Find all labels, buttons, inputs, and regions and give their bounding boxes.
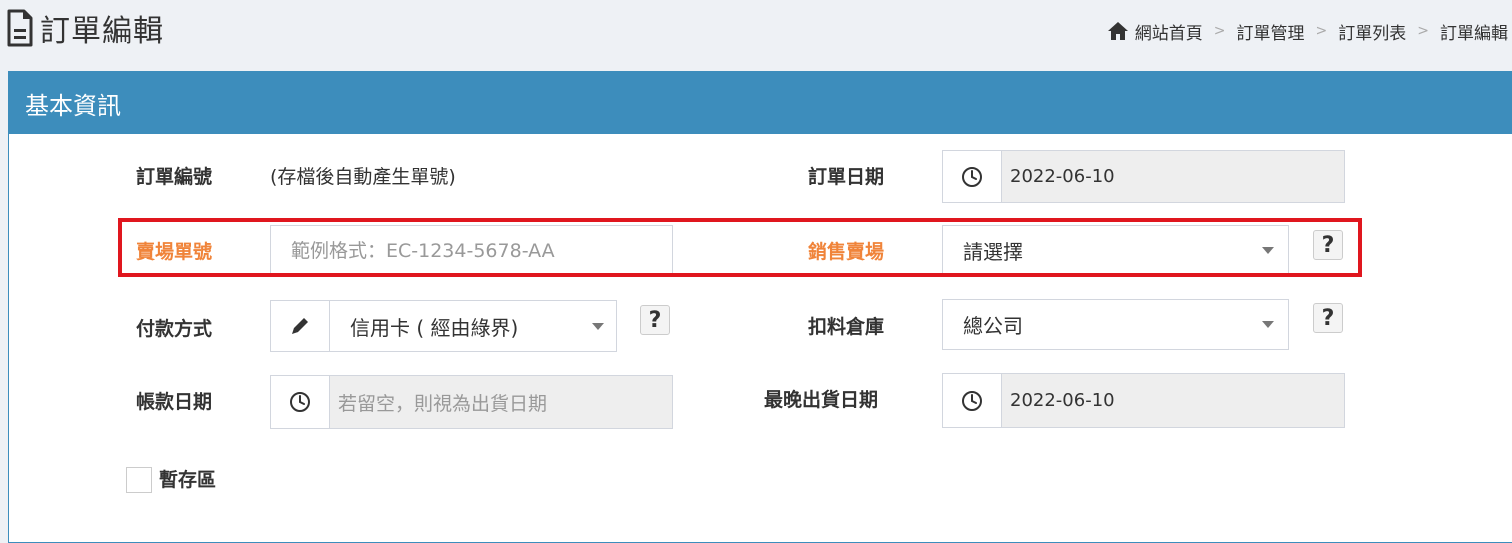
- breadcrumb-order-edit: 訂單編輯: [1440, 23, 1508, 44]
- page-title-text: 訂單編輯: [40, 14, 164, 49]
- payment-method-help-button[interactable]: ?: [640, 305, 670, 335]
- order-no-value: (存檔後自動產生單號): [270, 165, 456, 188]
- latest-ship-date-field[interactable]: 2022-06-10: [942, 373, 1345, 428]
- breadcrumb-order-list[interactable]: 訂單列表: [1338, 19, 1406, 44]
- caret-down-icon: [592, 322, 604, 330]
- warehouse-label: 扣料倉庫: [808, 315, 885, 338]
- warehouse-selected: 總公司: [963, 314, 1023, 338]
- payment-method-select[interactable]: 信用卡 ( 經由綠界): [270, 300, 617, 352]
- warehouse-help-button[interactable]: ?: [1313, 303, 1343, 333]
- clock-icon: [943, 374, 1002, 427]
- latest-ship-date-value: 2022-06-10: [1002, 374, 1344, 427]
- document-icon: [7, 9, 33, 47]
- order-no-label: 訂單編號: [136, 165, 213, 188]
- breadcrumb-order-management[interactable]: 訂單管理: [1237, 19, 1305, 44]
- breadcrumb-separator: >: [1213, 23, 1226, 39]
- breadcrumb-home[interactable]: 網站首頁: [1135, 19, 1203, 44]
- clock-icon: [271, 376, 330, 428]
- caret-down-icon: [1262, 321, 1274, 328]
- breadcrumb: 網站首頁 > 訂單管理 > 訂單列表 > 訂單編輯: [1107, 18, 1508, 44]
- account-date-field[interactable]: 若留空，則視為出貨日期: [270, 375, 673, 429]
- home-icon[interactable]: [1107, 21, 1129, 41]
- account-date-placeholder: 若留空，則視為出貨日期: [330, 376, 672, 428]
- highlight-box: [118, 218, 1362, 277]
- warehouse-select[interactable]: 總公司: [942, 299, 1289, 350]
- breadcrumb-separator: >: [1315, 23, 1328, 39]
- panel-header: 基本資訊: [9, 72, 1512, 134]
- clock-icon: [943, 151, 1002, 202]
- payment-method-selected: 信用卡 ( 經由綠界): [350, 315, 519, 340]
- pencil-icon: [271, 301, 330, 351]
- account-date-label: 帳款日期: [136, 390, 213, 413]
- order-date-label: 訂單日期: [808, 165, 885, 188]
- order-date-value: 2022-06-10: [1002, 151, 1344, 202]
- draft-label: 暫存區: [159, 469, 217, 491]
- page-title: 訂單編輯: [6, 6, 164, 50]
- payment-method-label: 付款方式: [136, 317, 213, 340]
- latest-ship-date-label: 最晚出貨日期: [764, 388, 879, 411]
- order-date-field[interactable]: 2022-06-10: [942, 150, 1345, 203]
- draft-checkbox[interactable]: [126, 467, 152, 493]
- breadcrumb-separator: >: [1417, 23, 1429, 39]
